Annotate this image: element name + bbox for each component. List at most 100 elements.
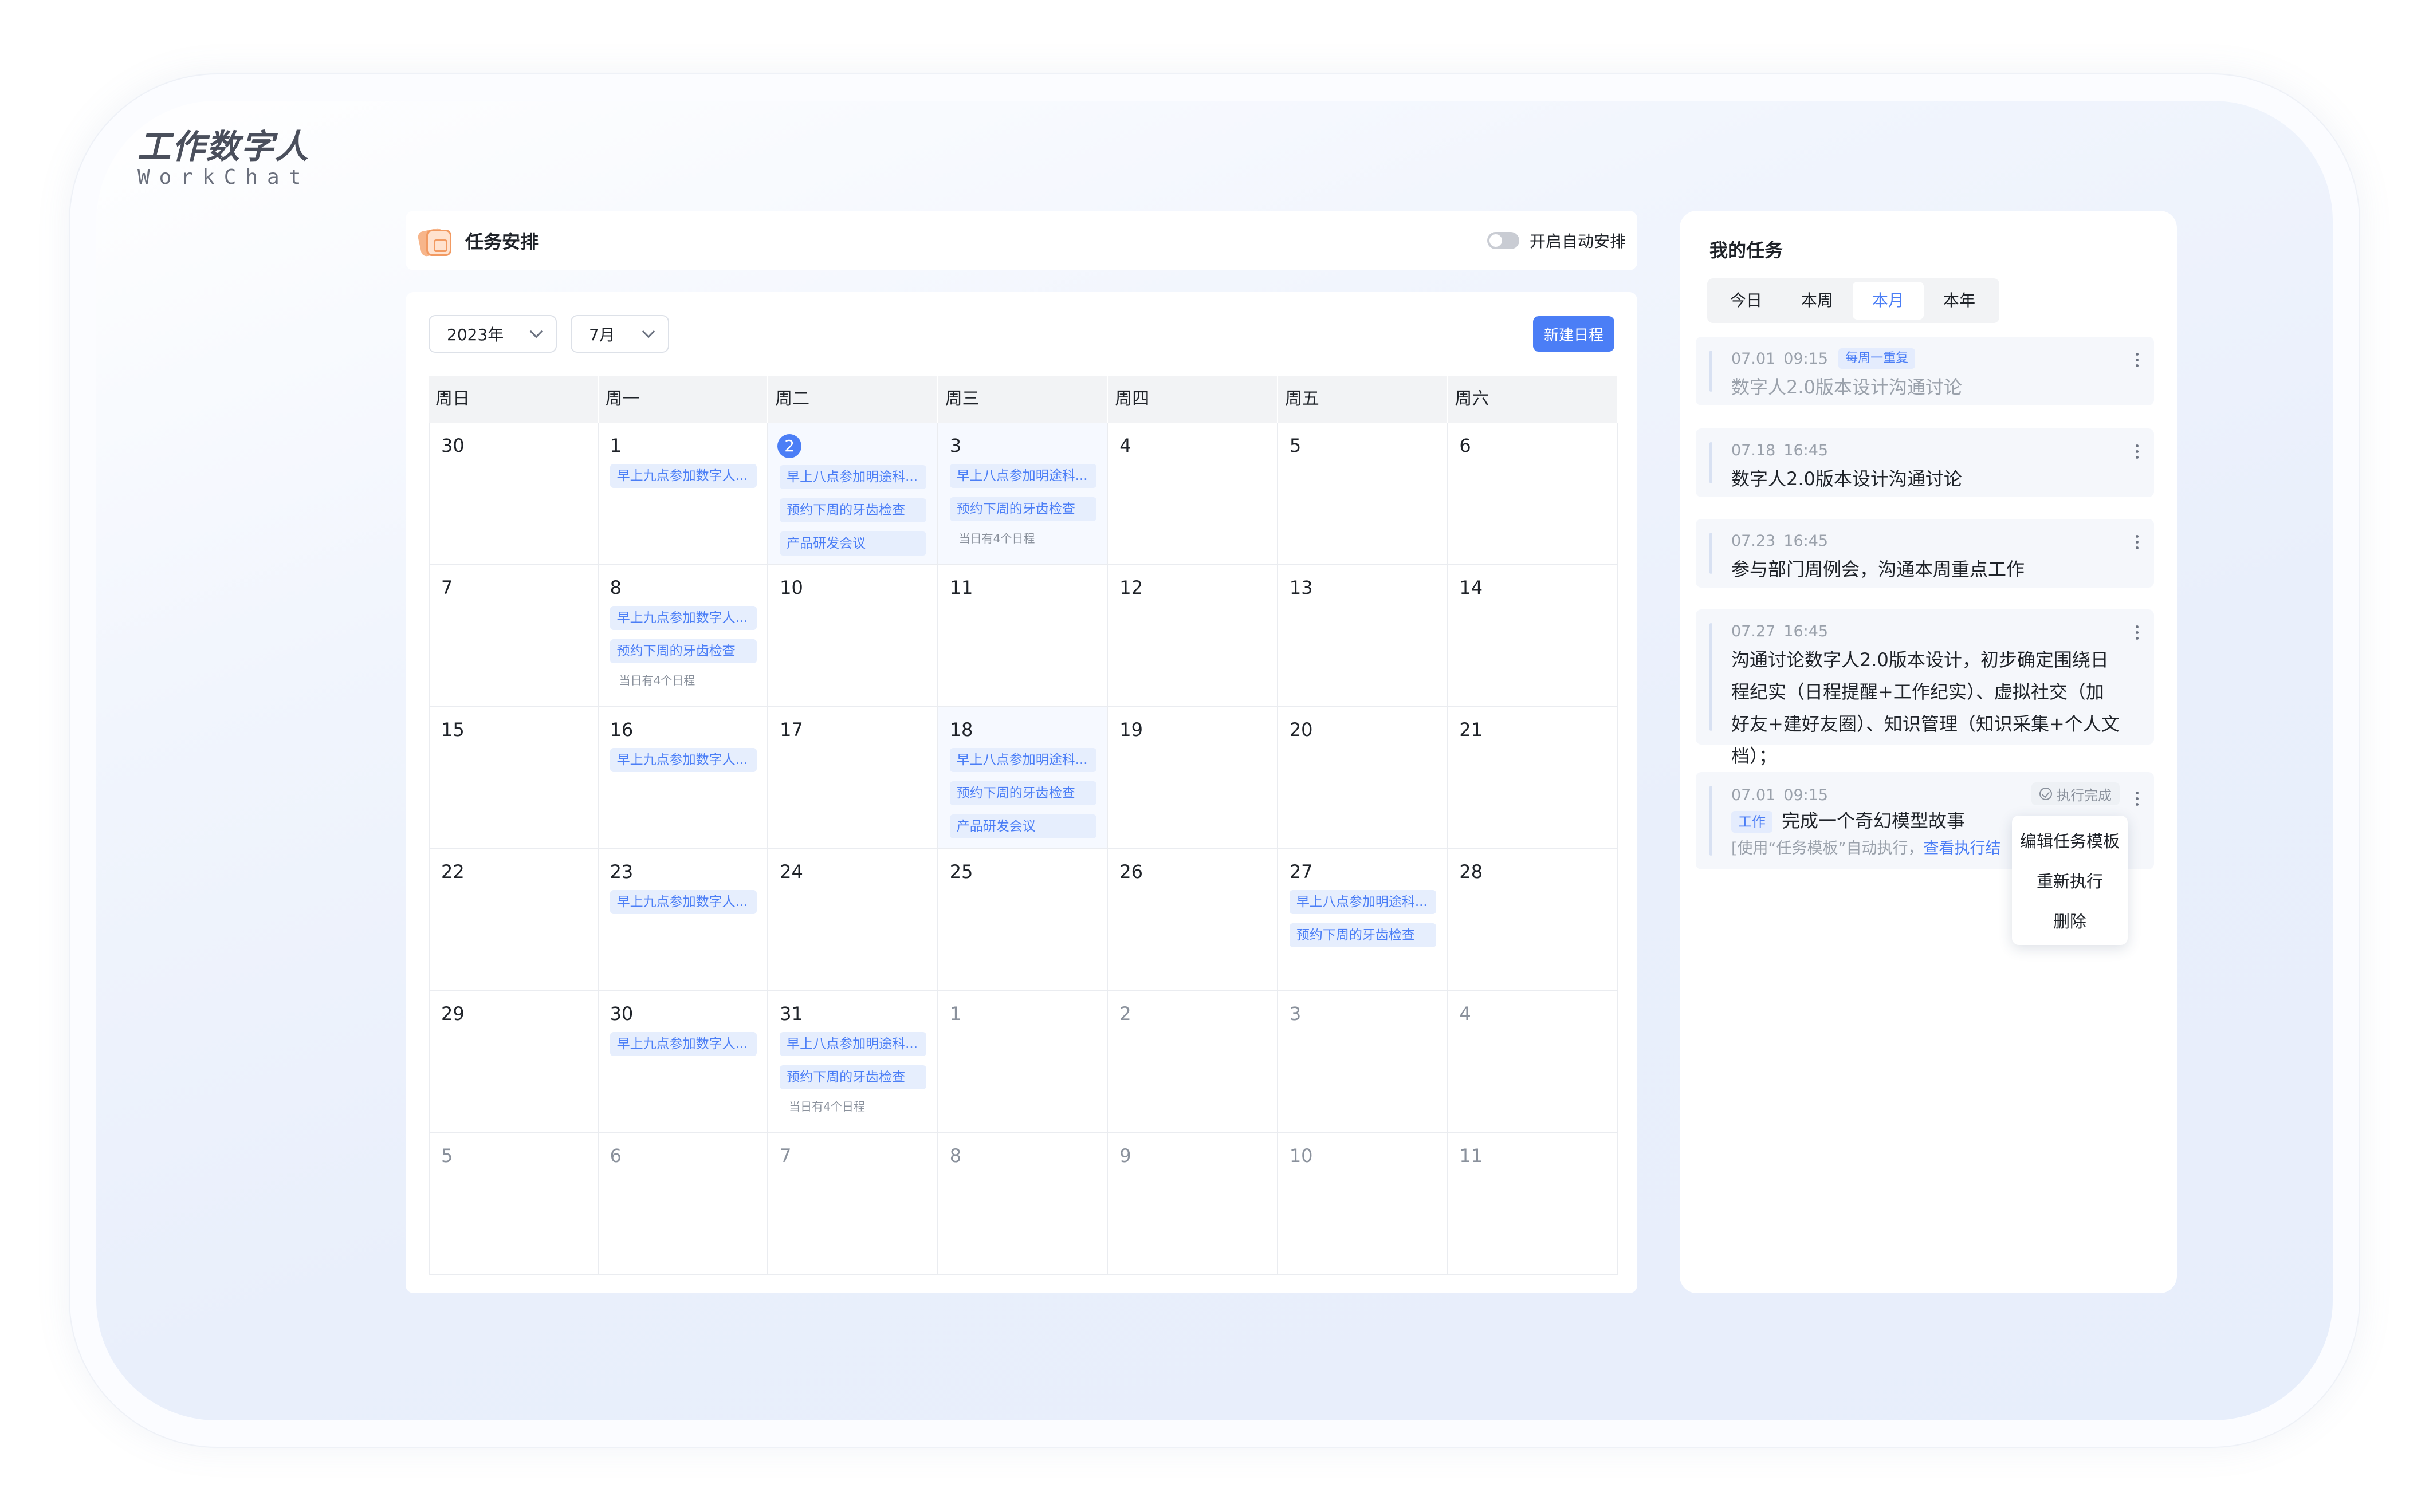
calendar-day-cell[interactable]: 30 早上九点参加数字人...: [599, 991, 769, 1132]
calendar-week-row: 15 16 早上九点参加数字人... 17 18 早上八点参加明途科... 预约下周的牙齿检…: [429, 707, 1618, 849]
day-number: 30: [610, 1003, 634, 1025]
check-circle-icon: [2039, 788, 2052, 800]
task-card[interactable]: 07.18 16:45 数字人2.0版本设计沟通讨论: [1696, 428, 2154, 497]
new-schedule-button[interactable]: 新建日程: [1533, 316, 1614, 352]
calendar-day-cell[interactable]: 15: [429, 707, 599, 848]
calendar-day-cell[interactable]: 24: [768, 849, 938, 990]
calendar-event-chip[interactable]: 早上八点参加明途科...: [1289, 890, 1436, 914]
day-number: 8: [610, 577, 622, 598]
calendar-event-chip[interactable]: 早上八点参加明途科...: [949, 464, 1096, 488]
calendar-day-cell[interactable]: 30: [429, 423, 599, 564]
calendar-day-cell[interactable]: 13: [1278, 565, 1448, 706]
more-options-icon[interactable]: [2135, 792, 2139, 806]
tab-period[interactable]: 今日: [1711, 282, 1782, 320]
month-select-value: 7月: [589, 325, 615, 344]
calendar-day-cell[interactable]: 3: [1278, 991, 1448, 1132]
calendar-day-cell[interactable]: 7: [768, 1133, 938, 1274]
calendar-event-chip[interactable]: 预约下周的牙齿检查: [949, 781, 1096, 805]
calendar-event-chip[interactable]: 预约下周的牙齿检查: [610, 639, 757, 663]
more-options-icon[interactable]: [2135, 535, 2139, 549]
app-screen: 工作数字人 WorkChat 任务安排 开启自动安排 2023年 7月 新建日程…: [96, 101, 2333, 1420]
calendar-day-cell[interactable]: 26: [1108, 849, 1278, 990]
execution-status-text: 执行完成: [2057, 787, 2112, 804]
calendar-weeks: 30 1 早上九点参加数字人... 2 早上八点参加明途科... 预约下周的牙齿检查 产品研…: [429, 423, 1618, 1275]
calendar-day-cell[interactable]: 19: [1108, 707, 1278, 848]
calendar-event-chip[interactable]: 早上九点参加数字人...: [610, 1032, 757, 1056]
year-select[interactable]: 2023年: [429, 315, 557, 353]
calendar-day-cell[interactable]: 23 早上九点参加数字人...: [599, 849, 769, 990]
calendar-day-cell[interactable]: 4: [1448, 991, 1618, 1132]
calendar-day-cell[interactable]: 9: [1108, 1133, 1278, 1274]
year-select-value: 2023年: [447, 325, 504, 344]
calendar-day-cell[interactable]: 1 早上九点参加数字人...: [599, 423, 769, 564]
day-number: 24: [780, 861, 803, 883]
calendar-day-cell[interactable]: 11: [1448, 1133, 1618, 1274]
task-date: 07.01: [1731, 786, 1776, 804]
calendar-day-cell[interactable]: 28: [1448, 849, 1618, 990]
calendar-event-chip[interactable]: 早上九点参加数字人...: [610, 748, 757, 772]
day-number: 2: [1119, 1003, 1131, 1025]
calendar-day-cell[interactable]: 3 早上八点参加明途科... 预约下周的牙齿检查 当日有4个日程: [938, 423, 1109, 564]
calendar-day-cell[interactable]: 2 早上八点参加明途科... 预约下周的牙齿检查 产品研发会议: [768, 423, 938, 564]
calendar-event-chip[interactable]: 早上九点参加数字人...: [610, 606, 757, 630]
tab-period[interactable]: 本年: [1924, 282, 1995, 320]
calendar-day-cell[interactable]: 21: [1448, 707, 1618, 848]
edit-template-menu-item[interactable]: 编辑任务模板: [2012, 821, 2128, 861]
view-result-link[interactable]: 查看执行结: [1924, 840, 2001, 857]
calendar-day-cell[interactable]: 20: [1278, 707, 1448, 848]
delete-menu-item[interactable]: 删除: [2012, 901, 2128, 942]
tab-period[interactable]: 本周: [1782, 282, 1853, 320]
calendar-day-cell[interactable]: 7: [429, 565, 599, 706]
calendar-day-cell[interactable]: 4: [1108, 423, 1278, 564]
day-number: 7: [441, 577, 453, 598]
calendar-event-chip[interactable]: 预约下周的牙齿检查: [780, 498, 927, 522]
calendar-event-chip[interactable]: 预约下周的牙齿检查: [949, 497, 1096, 521]
calendar-event-chip[interactable]: 产品研发会议: [949, 814, 1096, 838]
re-execute-menu-item[interactable]: 重新执行: [2012, 861, 2128, 901]
calendar-event-chip[interactable]: 早上九点参加数字人...: [610, 890, 757, 914]
more-options-icon[interactable]: [2135, 625, 2139, 640]
calendar-event-chip[interactable]: 早上九点参加数字人...: [610, 464, 757, 488]
calendar-day-cell[interactable]: 14: [1448, 565, 1618, 706]
more-events-link[interactable]: 当日有4个日程: [780, 1097, 930, 1114]
calendar-day-cell[interactable]: 6: [1448, 423, 1618, 564]
calendar-day-cell[interactable]: 8 早上九点参加数字人... 预约下周的牙齿检查当日有4个日程: [599, 565, 769, 706]
calendar-day-cell[interactable]: 29: [429, 991, 599, 1132]
calendar-day-cell[interactable]: 12: [1108, 565, 1278, 706]
task-card[interactable]: 07.01 09:15 每周一重复 数字人2.0版本设计沟通讨论: [1696, 337, 2154, 405]
calendar-day-cell[interactable]: 2: [1108, 991, 1278, 1132]
calendar-day-cell[interactable]: 8: [938, 1133, 1109, 1274]
calendar-day-cell[interactable]: 5: [1278, 423, 1448, 564]
calendar-event-chip[interactable]: 预约下周的牙齿检查: [1289, 923, 1436, 947]
task-card[interactable]: 07.23 16:45 参与部门周例会，沟通本周重点工作: [1696, 519, 2154, 588]
calendar-event-chip[interactable]: 产品研发会议: [780, 531, 927, 556]
calendar-event-chip[interactable]: 预约下周的牙齿检查: [780, 1065, 927, 1089]
more-events-link[interactable]: 当日有4个日程: [610, 671, 761, 688]
calendar-day-cell[interactable]: 22: [429, 849, 599, 990]
task-card[interactable]: 07.27 16:45 沟通讨论数字人2.0版本设计，初步确定围绕日程纪实（日程…: [1696, 609, 2154, 767]
auto-arrange-toggle[interactable]: [1487, 232, 1519, 249]
calendar-day-cell[interactable]: 16 早上九点参加数字人...: [599, 707, 769, 848]
task-time: 16:45: [1783, 531, 1829, 550]
more-options-icon[interactable]: [2135, 353, 2139, 367]
calendar-day-cell[interactable]: 5: [429, 1133, 599, 1274]
day-number: 10: [780, 577, 803, 598]
tab-period[interactable]: 本月: [1853, 282, 1924, 320]
calendar-day-cell[interactable]: 17: [768, 707, 938, 848]
day-number: 5: [441, 1145, 453, 1167]
calendar-day-cell[interactable]: 25: [938, 849, 1109, 990]
more-events-link[interactable]: 当日有4个日程: [950, 529, 1100, 546]
more-options-icon[interactable]: [2135, 444, 2139, 459]
calendar-day-cell[interactable]: 11: [938, 565, 1109, 706]
calendar-day-cell[interactable]: 10: [1278, 1133, 1448, 1274]
month-select[interactable]: 7月: [571, 315, 669, 353]
calendar-day-cell[interactable]: 18 早上八点参加明途科... 预约下周的牙齿检查 产品研发会议: [938, 707, 1109, 848]
calendar-day-cell[interactable]: 31 早上八点参加明途科... 预约下周的牙齿检查 当日有4个日程: [768, 991, 938, 1132]
calendar-day-cell[interactable]: 6: [599, 1133, 769, 1274]
calendar-event-chip[interactable]: 早上八点参加明途科...: [949, 748, 1096, 772]
calendar-event-chip[interactable]: 早上八点参加明途科...: [780, 1032, 927, 1056]
calendar-day-cell[interactable]: 27 早上八点参加明途科... 预约下周的牙齿检查: [1278, 849, 1448, 990]
calendar-event-chip[interactable]: 早上八点参加明途科...: [780, 465, 927, 489]
calendar-day-cell[interactable]: 10: [768, 565, 938, 706]
calendar-day-cell[interactable]: 1: [938, 991, 1109, 1132]
